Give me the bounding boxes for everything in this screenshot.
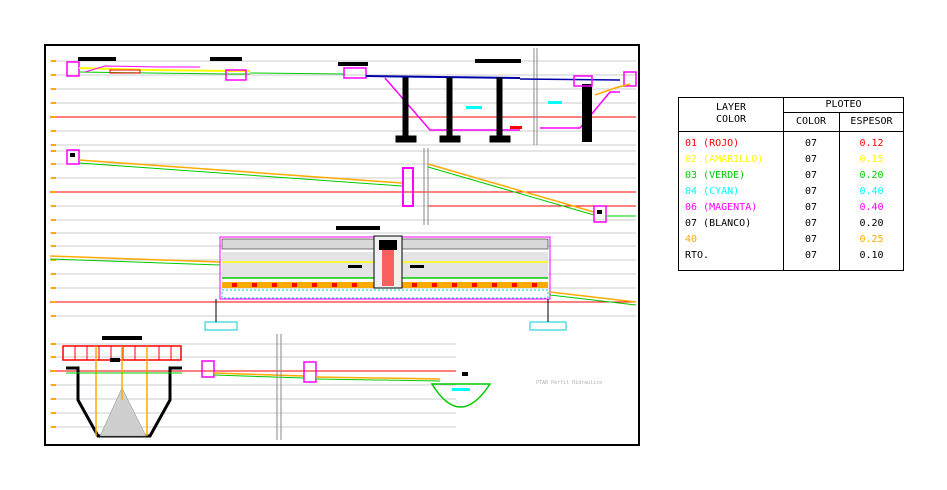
legend-row-color: 07	[804, 186, 818, 197]
drawing-frame	[44, 44, 640, 446]
legend-row-layer: 04 (CYAN)	[685, 186, 740, 197]
layer-legend-table: LAYER COLOR PLOTEO COLOR ESPESOR 01 (ROJ…	[678, 97, 904, 271]
legend-header-color: COLOR	[715, 114, 747, 125]
legend-row-layer: 40	[685, 234, 698, 245]
legend-col-color: COLOR	[795, 116, 827, 127]
legend-row-layer: 01 (ROJO)	[685, 138, 740, 149]
legend-row-layer: 07 (BLANCO)	[685, 218, 752, 229]
legend-header-ploteo: PLOTEO	[825, 99, 862, 110]
legend-row-espesor: 0.15	[859, 154, 884, 165]
legend-row-espesor: 0.20	[859, 218, 884, 229]
legend-row-espesor: 0.10	[859, 250, 884, 261]
legend-row-color: 07	[804, 138, 818, 149]
legend-row-layer: RTO.	[685, 250, 710, 261]
legend-header-layer: LAYER	[715, 102, 747, 113]
legend-row-espesor: 0.40	[859, 202, 884, 213]
legend-row-color: 07	[804, 154, 818, 165]
legend-row-color: 07	[804, 202, 818, 213]
legend-row-layer: 06 (MAGENTA)	[685, 202, 758, 213]
legend-row-color: 07	[804, 234, 818, 245]
legend-row-color: 07	[804, 218, 818, 229]
legend-row-espesor: 0.20	[859, 170, 884, 181]
legend-col-espesor: ESPESOR	[850, 116, 893, 127]
legend-row-espesor: 0.12	[859, 138, 884, 149]
legend-row-layer: 03 (VERDE)	[685, 170, 746, 181]
legend-row-color: 07	[804, 170, 818, 181]
legend-row-espesor: 0.25	[859, 234, 884, 245]
legend-row-layer: 02 (AMARILLO)	[685, 154, 764, 165]
legend-row-color: 07	[804, 250, 818, 261]
legend-row-espesor: 0.40	[859, 186, 884, 197]
